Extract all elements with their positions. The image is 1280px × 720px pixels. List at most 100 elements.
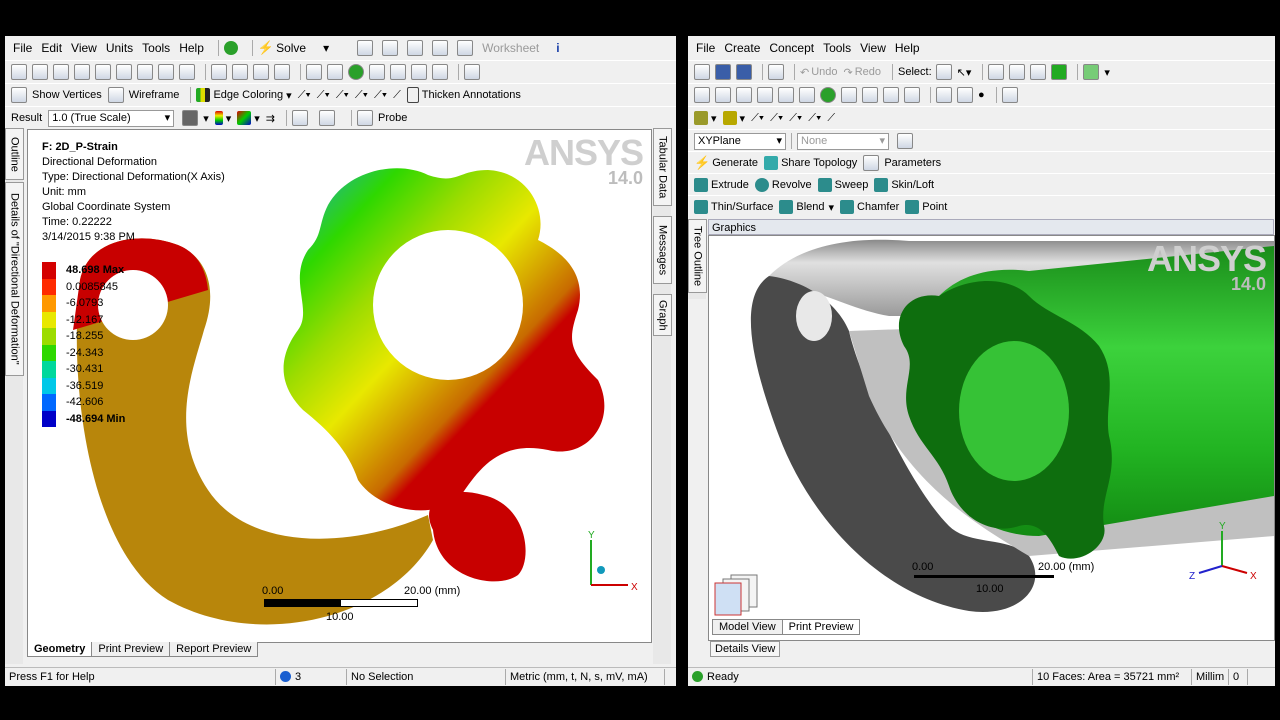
- edge-display-dropdown-2[interactable]: ⟋▾: [317, 89, 330, 102]
- show-vertices-button[interactable]: Show Vertices: [11, 87, 102, 103]
- info-cursor-icon[interactable]: i: [556, 41, 559, 55]
- iso-view-icon[interactable]: [390, 64, 406, 80]
- line-tool-4[interactable]: ⟋▾: [808, 112, 821, 125]
- edges-dropdown[interactable]: ▾: [237, 111, 260, 125]
- parameters-button[interactable]: Parameters: [863, 155, 941, 171]
- wireframe-button[interactable]: Wireframe: [107, 87, 179, 103]
- dm-menu-file[interactable]: File: [696, 41, 715, 55]
- extrude-button[interactable]: Extrude: [694, 178, 749, 192]
- thin-surface-button[interactable]: Thin/Surface: [694, 200, 773, 214]
- worksheet-button[interactable]: Worksheet: [482, 41, 539, 55]
- dm-zoom-to-fit-icon[interactable]: [820, 87, 836, 103]
- zoom-to-fit-icon[interactable]: [348, 64, 364, 80]
- next-view-icon[interactable]: [432, 64, 448, 80]
- select-icon[interactable]: [11, 64, 27, 80]
- line-tool-3[interactable]: ⟋▾: [789, 112, 802, 125]
- pin-icon[interactable]: ⟋: [393, 89, 401, 102]
- vector-icon[interactable]: ⇉: [266, 112, 275, 125]
- zoom-fit-icon[interactable]: [327, 64, 343, 80]
- min-label-icon[interactable]: [319, 110, 340, 126]
- dm-zoom-in-icon[interactable]: [778, 87, 794, 103]
- select-cursor-icon[interactable]: [935, 64, 952, 80]
- dm-previous-view-icon[interactable]: [862, 87, 878, 103]
- solve-button[interactable]: ⚡ Solve ▾: [258, 40, 338, 56]
- new-sketch-icon[interactable]: [897, 133, 913, 149]
- dm-pan-icon[interactable]: [715, 87, 731, 103]
- zoom-icon[interactable]: [253, 64, 269, 80]
- check-icon[interactable]: [223, 41, 238, 55]
- skin-loft-button[interactable]: Skin/Loft: [874, 178, 934, 192]
- extend-selection-dropdown[interactable]: ▾: [1083, 64, 1110, 80]
- select-edge-icon[interactable]: [1009, 64, 1026, 80]
- edge-icon[interactable]: [116, 64, 132, 80]
- display-plane-dropdown[interactable]: ▾: [694, 111, 717, 125]
- dm-point-icon[interactable]: ●: [978, 89, 985, 101]
- max-label-icon[interactable]: [292, 110, 313, 126]
- point-button[interactable]: Point: [905, 200, 947, 214]
- dm-next-view-icon[interactable]: [883, 87, 899, 103]
- select-face-icon[interactable]: [1030, 64, 1047, 80]
- edge-coloring-button[interactable]: Edge Coloring ▾: [196, 88, 292, 102]
- extend-icon[interactable]: [179, 64, 195, 80]
- graph-icon[interactable]: [407, 40, 424, 56]
- dm-box-zoom-icon[interactable]: [757, 87, 773, 103]
- graph-tab[interactable]: Graph: [653, 294, 672, 336]
- messages-tab[interactable]: Messages: [653, 216, 672, 284]
- chamfer-button[interactable]: Chamfer: [840, 200, 899, 214]
- save-icon[interactable]: [715, 64, 731, 80]
- tabular-data-tab[interactable]: Tabular Data: [653, 128, 672, 206]
- body-icon[interactable]: [158, 64, 174, 80]
- edge-display-dropdown-1[interactable]: ⟋▾: [298, 89, 311, 102]
- dm-display-icon[interactable]: [957, 87, 973, 103]
- line-tool-1[interactable]: ⟋▾: [751, 112, 764, 125]
- select-mode-icon[interactable]: [74, 64, 90, 80]
- select-point-icon[interactable]: [988, 64, 1005, 80]
- generate-button[interactable]: ⚡ Generate: [694, 155, 758, 171]
- dm-rotate-icon[interactable]: [694, 87, 710, 103]
- new-icon[interactable]: [694, 64, 710, 80]
- thicken-annotations-button[interactable]: Thicken Annotations: [406, 87, 521, 103]
- status-units[interactable]: Metric (mm, t, N, s, mV, mA): [506, 669, 665, 685]
- print-preview-tab[interactable]: Print Preview: [91, 642, 171, 657]
- box-zoom-icon[interactable]: [274, 64, 290, 80]
- menu-tools[interactable]: Tools: [142, 41, 170, 55]
- menu-edit[interactable]: Edit: [41, 41, 62, 55]
- dm-menu-help[interactable]: Help: [895, 41, 920, 55]
- share-topology-button[interactable]: Share Topology: [764, 156, 857, 170]
- dm-menu-concept[interactable]: Concept: [769, 41, 814, 55]
- dm-status-unit[interactable]: Millim: [1192, 669, 1229, 685]
- menu-help[interactable]: Help: [179, 41, 204, 55]
- outline-tab[interactable]: Outline: [5, 128, 24, 180]
- box-select-icon[interactable]: [53, 64, 69, 80]
- dm-zoom-icon[interactable]: [736, 87, 752, 103]
- dm-menu-view[interactable]: View: [860, 41, 886, 55]
- dm-menu-tools[interactable]: Tools: [823, 41, 851, 55]
- line-tool-5[interactable]: ⟋: [827, 112, 835, 125]
- redo-button[interactable]: ↷ Redo: [844, 66, 882, 79]
- undo-button[interactable]: ↶ Undo: [800, 66, 838, 79]
- pan-select-icon[interactable]: [32, 64, 48, 80]
- menu-units[interactable]: Units: [106, 41, 133, 55]
- tree-outline-tab[interactable]: Tree Outline: [688, 219, 707, 293]
- details-view-header[interactable]: Details View: [710, 641, 781, 657]
- scale-dropdown[interactable]: 1.0 (True Scale): [48, 109, 175, 127]
- line-tool-2[interactable]: ⟋▾: [770, 112, 783, 125]
- dm-zoom-fit-icon[interactable]: [799, 87, 815, 103]
- dm-print-preview-tab[interactable]: Print Preview: [781, 619, 861, 635]
- vertex-icon[interactable]: [95, 64, 111, 80]
- status-messages[interactable]: 3 Message: [276, 669, 347, 685]
- contour-dropdown[interactable]: ▾: [214, 111, 231, 125]
- revolve-button[interactable]: Revolve: [754, 178, 812, 192]
- details-tab[interactable]: Details of "Directional Deformation": [5, 182, 24, 376]
- sketch-dropdown[interactable]: None: [797, 132, 889, 150]
- sweep-button[interactable]: Sweep: [817, 178, 868, 192]
- chart-icon[interactable]: [382, 40, 399, 56]
- dm-triad-icon[interactable]: [936, 87, 952, 103]
- pan-icon[interactable]: [232, 64, 248, 80]
- save-as-icon[interactable]: [736, 64, 752, 80]
- probe-button[interactable]: Probe: [357, 110, 407, 126]
- viewport-layout-icon[interactable]: [464, 64, 480, 80]
- image-icon[interactable]: [457, 40, 474, 56]
- dm-iso-view-icon[interactable]: [904, 87, 920, 103]
- geometry-tab[interactable]: Geometry: [27, 642, 93, 657]
